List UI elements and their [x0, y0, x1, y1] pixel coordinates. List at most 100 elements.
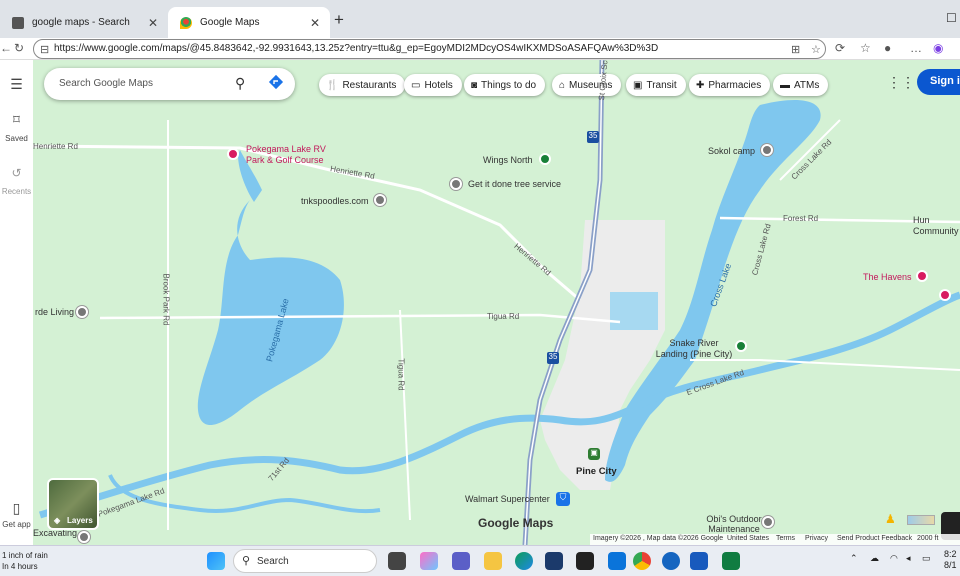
place-walmart[interactable]: Walmart Supercenter: [465, 494, 550, 504]
time: 8:2: [944, 549, 957, 559]
app-icon[interactable]: [662, 552, 680, 570]
place-sokol-camp[interactable]: Sokol camp: [708, 146, 755, 156]
rv-park-pin-icon[interactable]: [227, 148, 239, 160]
terms-link[interactable]: Terms: [776, 535, 795, 542]
maximize-icon[interactable]: ☐: [946, 11, 957, 25]
teams-icon[interactable]: [452, 552, 470, 570]
tab-google-maps[interactable]: Google Maps ✕: [168, 7, 330, 38]
imagery-attribution: Imagery ©2026 , Map data ©2026 Google: [593, 535, 724, 542]
search-icon[interactable]: ⚲: [235, 75, 245, 92]
install-app-icon[interactable]: ⊞: [791, 43, 800, 56]
place-pin-icon[interactable]: [374, 194, 386, 206]
place-pin-icon[interactable]: [762, 516, 774, 528]
place-pin-icon[interactable]: [761, 144, 773, 156]
place-tree-service[interactable]: Get it done tree service: [468, 179, 561, 189]
file-explorer-icon[interactable]: [484, 552, 502, 570]
chip-restaurants[interactable]: 🍴 Restaurants: [319, 74, 406, 96]
place-tnkspoodles[interactable]: tnkspoodles.com: [301, 196, 369, 206]
directions-icon[interactable]: [268, 74, 284, 90]
park-pin-icon[interactable]: [735, 340, 747, 352]
place-pin-icon[interactable]: [78, 531, 90, 543]
place-pine-city[interactable]: Pine City: [576, 466, 617, 477]
favorite-star-icon[interactable]: ☆: [811, 43, 821, 56]
more-menu-icon[interactable]: …: [910, 41, 922, 55]
dell-icon[interactable]: [545, 552, 563, 570]
chip-pharmacies[interactable]: ✚ Pharmacies: [689, 74, 771, 96]
send-feedback-link[interactable]: Send Product Feedback: [837, 535, 912, 542]
edge-icon[interactable]: [515, 552, 533, 570]
cloud-icon[interactable]: ☁: [870, 553, 879, 564]
place-pokegama-rv[interactable]: Pokegama Lake RV Park & Golf Course: [246, 144, 336, 166]
battery-icon[interactable]: ▭: [922, 553, 931, 564]
shopping-pin-icon[interactable]: ⛉: [556, 492, 570, 506]
windows-taskbar: 1 inch of rain In 4 hours ⚲ Search ⌃ ☁ ◠…: [0, 545, 960, 576]
task-view-icon[interactable]: [388, 552, 406, 570]
google-maps-logo: Google Maps: [478, 516, 554, 530]
airport-pin-icon[interactable]: [539, 153, 551, 165]
chip-atms[interactable]: ▬ ATMs: [773, 74, 829, 96]
place-wings-north[interactable]: Wings North: [483, 155, 533, 165]
site-info-icon[interactable]: ⊟: [40, 43, 49, 56]
volume-icon[interactable]: ◂: [906, 553, 911, 564]
clock[interactable]: 8:2 8/1: [944, 549, 957, 571]
place-side-living[interactable]: rde Living: [35, 307, 74, 317]
hotel-pin-icon[interactable]: [939, 289, 951, 301]
layers-button[interactable]: ◈ Layers: [47, 478, 99, 530]
chevron-up-icon[interactable]: ⌃: [850, 553, 858, 564]
word-icon[interactable]: [690, 552, 708, 570]
favorites-icon[interactable]: ☆: [860, 41, 871, 55]
place-obis[interactable]: Obi's Outdoor Maintenance: [703, 514, 765, 534]
place-the-havens[interactable]: The Havens: [863, 272, 912, 282]
road-label: Henriette Rd: [33, 142, 78, 151]
extensions-icon[interactable]: ⟳: [835, 41, 845, 55]
search-box[interactable]: Search Google Maps ⚲: [44, 68, 295, 100]
country-label: United States: [727, 535, 770, 542]
hotel-pin-icon[interactable]: [916, 270, 928, 282]
taskbar-search[interactable]: ⚲ Search: [233, 549, 377, 573]
place-pin-icon[interactable]: [76, 306, 88, 318]
bookmark-icon[interactable]: ⌑: [0, 112, 33, 128]
recents-label[interactable]: Recents: [0, 187, 33, 196]
address-bar[interactable]: ⊟ https://www.google.com/maps/@45.848364…: [33, 39, 826, 59]
chip-things-to-do[interactable]: ◙ Things to do: [464, 74, 546, 96]
transit-icon: ▣: [633, 79, 643, 91]
place-snake-river-landing[interactable]: Snake River Landing (Pine City): [654, 338, 734, 360]
get-app-label[interactable]: Get app: [0, 520, 33, 529]
tab-google-maps-search[interactable]: google maps - Search ✕: [0, 7, 168, 38]
date: 8/1: [944, 560, 957, 570]
new-tab-icon[interactable]: +: [334, 10, 344, 30]
back-icon[interactable]: ←: [0, 41, 12, 55]
phone-icon[interactable]: ▯: [0, 500, 33, 517]
history-icon[interactable]: ↺: [0, 166, 33, 180]
chip-transit[interactable]: ▣ Transit: [626, 74, 686, 96]
place-community[interactable]: Community: [913, 226, 959, 236]
place-pin-icon[interactable]: [450, 178, 462, 190]
close-tab-icon[interactable]: ✕: [148, 16, 158, 30]
wifi-icon[interactable]: ◠: [890, 553, 898, 564]
copilot-app-icon[interactable]: [420, 552, 438, 570]
pegman-icon[interactable]: ♟: [885, 512, 896, 526]
chip-hotels[interactable]: ▭ Hotels: [404, 74, 462, 96]
windows-start-icon[interactable]: [207, 552, 225, 570]
chrome-icon[interactable]: [633, 552, 651, 570]
close-tab-icon[interactable]: ✕: [310, 16, 320, 30]
scale-label[interactable]: 2000 ft: [917, 535, 938, 542]
saved-label[interactable]: Saved: [0, 134, 33, 143]
excel-icon[interactable]: [722, 552, 740, 570]
store-icon[interactable]: [608, 552, 626, 570]
menu-icon[interactable]: ☰: [0, 76, 33, 93]
profile-avatar-icon[interactable]: ●: [884, 41, 891, 55]
tab-title: google maps - Search: [32, 17, 130, 28]
map-canvas[interactable]: ☰ ⌑ Saved ↺ Recents ▯ Get app Search Goo…: [0, 60, 960, 545]
privacy-link[interactable]: Privacy: [805, 535, 828, 542]
reload-icon[interactable]: ↻: [14, 41, 24, 55]
app-icon[interactable]: [576, 552, 594, 570]
map-type-thumbnail[interactable]: [907, 515, 935, 525]
place-hunt[interactable]: Hun: [913, 215, 930, 225]
google-maps-favicon-icon: [180, 16, 192, 29]
copilot-icon[interactable]: ◉: [933, 41, 943, 55]
sign-in-button[interactable]: Sign in: [917, 69, 960, 95]
weather-widget[interactable]: 1 inch of rain In 4 hours: [2, 550, 48, 572]
chip-museums[interactable]: ⌂ Museums: [552, 74, 622, 96]
search-input[interactable]: Search Google Maps: [59, 78, 153, 89]
